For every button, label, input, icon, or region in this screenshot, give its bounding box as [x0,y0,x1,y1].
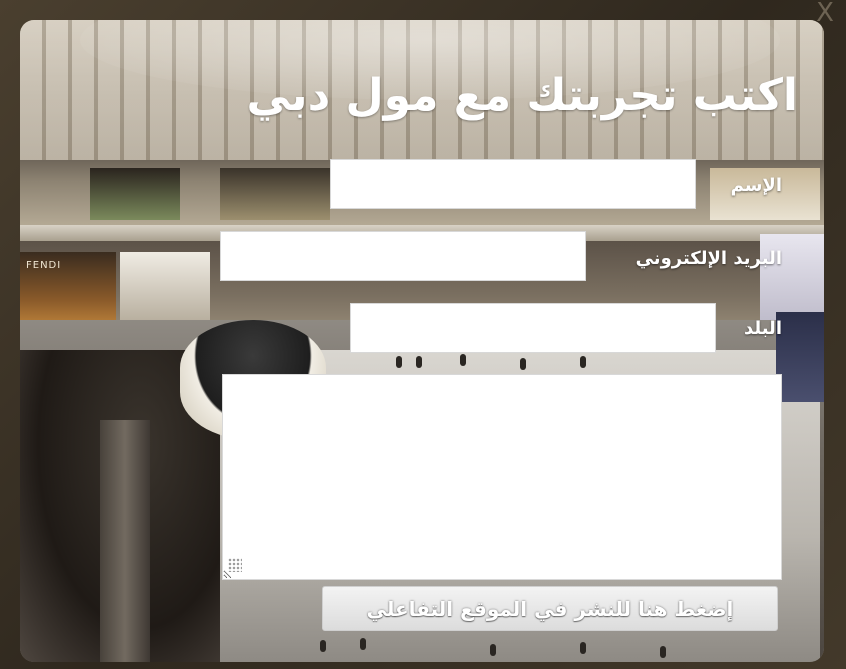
country-label: البلد [743,318,782,339]
name-label: الإسم [730,175,782,196]
dialog-title: اكتب تجربتك مع مول دبي [246,70,798,121]
close-icon[interactable]: X [812,0,838,26]
country-input[interactable] [350,303,716,353]
message-textarea[interactable] [222,374,782,580]
email-input[interactable] [220,231,586,281]
store-sign: FENDI [26,260,62,271]
name-input[interactable] [330,159,696,209]
submit-button[interactable]: إضغط هنا للنشر في الموقع التفاعلي [322,586,778,631]
dialog-frame: FENDI X اكتب تجربتك مع مول دبي الإسم الب… [0,0,846,669]
email-label: البريد الإلكتروني [635,248,782,269]
resize-grip-icon[interactable] [228,558,242,572]
